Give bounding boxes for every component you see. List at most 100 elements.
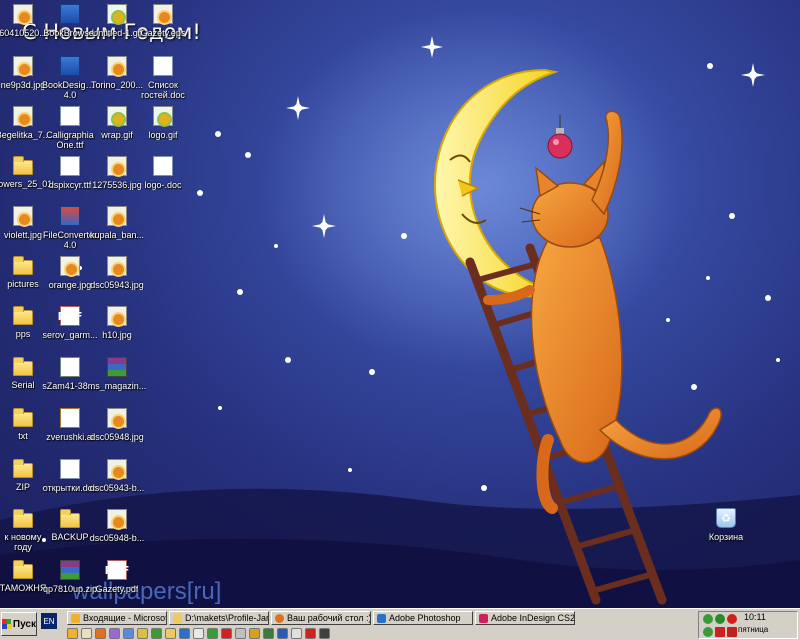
desktop-icon[interactable]: violett.jpg <box>0 204 46 252</box>
quick-launch-icon[interactable] <box>207 628 218 639</box>
desktop-icon[interactable]: dsc05943-b... <box>90 457 144 505</box>
folder-icon <box>13 560 33 579</box>
desktop-icon[interactable]: qp7810up.zip <box>43 558 97 606</box>
desktop-icon[interactable]: orange.jpg <box>47 254 93 302</box>
tray-kaspersky-icon[interactable] <box>715 627 725 637</box>
desktop-icon[interactable]: ms_magazin... <box>88 355 146 403</box>
desktop-icon[interactable]: FileConvertor 4.0 <box>43 204 97 252</box>
folder-icon <box>13 357 33 376</box>
desktop-icon[interactable]: Wоткрытки.doc <box>43 457 97 505</box>
desktop-icon[interactable]: txt <box>0 406 46 454</box>
desktop-icon[interactable]: h10.jpg <box>94 304 140 352</box>
quick-launch-icon[interactable] <box>193 628 204 639</box>
quick-launch-icon[interactable] <box>221 628 232 639</box>
desktop-icon[interactable]: flowers_25_01 <box>0 154 52 202</box>
desktop-icon[interactable]: Torino_200... <box>91 54 143 102</box>
taskbar-button-outlook[interactable]: Входящие - Microsoft O... <box>67 611 167 625</box>
desktop-icon[interactable]: BookDesigner 4.0 <box>42 54 98 102</box>
desktop-icon[interactable]: Ai zverushki.ai <box>46 406 94 454</box>
desktop-icon[interactable]: Untitled-1.gif <box>92 2 142 50</box>
desktop-icon[interactable]: logo.gif <box>140 104 186 152</box>
quick-launch-icon[interactable] <box>151 628 162 639</box>
desktop-icon[interactable]: kupala_ban... <box>90 204 144 252</box>
desktop-icon[interactable]: ne9p3d.jpg <box>0 54 46 102</box>
desktop-icon[interactable]: W Список гостей.doc <box>140 54 186 102</box>
quick-launch-icon[interactable] <box>291 628 302 639</box>
desktop-icon[interactable]: dsc05943.jpg <box>90 254 144 302</box>
tray-language-icon[interactable] <box>727 627 737 637</box>
language-indicator[interactable]: EN <box>41 613 57 629</box>
jpg-file-icon <box>107 256 127 277</box>
icon-label: dsc05948-b... <box>89 533 145 543</box>
start-button[interactable]: Пуск <box>1 612 37 636</box>
tray-app-icon[interactable] <box>727 614 737 624</box>
tray-antivirus-icon[interactable] <box>715 614 725 624</box>
font-file-icon: T <box>60 156 80 176</box>
desktop-icon[interactable]: PDF serov_garm... <box>42 304 98 352</box>
desktop-icon[interactable]: T Calligraphia One.ttf <box>46 104 94 152</box>
desktop-icon[interactable]: к новому году <box>0 507 46 555</box>
book-designer-icon <box>60 56 80 76</box>
quick-launch-icon[interactable] <box>123 628 134 639</box>
desktop-icon[interactable]: ZIP <box>0 457 46 505</box>
folder-icon <box>13 509 33 528</box>
word-doc-icon: W <box>153 156 173 176</box>
file-convertor-icon <box>60 206 80 226</box>
desktop-icon[interactable]: 60410520... <box>0 2 47 50</box>
quick-launch-acrobat-icon[interactable] <box>305 628 316 639</box>
tray-network-icon[interactable] <box>703 614 713 624</box>
desktop-icon[interactable]: dsc05948.jpg <box>90 406 144 454</box>
quick-launch-icon[interactable] <box>235 628 246 639</box>
jpg-file-icon <box>13 206 33 227</box>
desktop-icon[interactable]: BookBrowser <box>43 2 97 50</box>
jpg-file-icon <box>107 206 127 227</box>
desktop-icon[interactable]: wrap.gif <box>94 104 140 152</box>
desktop-icon[interactable]: Serial <box>0 355 46 403</box>
quick-launch-firefox-icon[interactable] <box>95 628 106 639</box>
quick-launch-word-icon[interactable] <box>277 628 288 639</box>
quick-launch-icon[interactable] <box>137 628 148 639</box>
quick-launch-icon[interactable] <box>109 628 120 639</box>
task-label: Adobe Photoshop <box>389 613 461 623</box>
taskbar-button-firefox[interactable]: Ваш рабочий стол :) - Ф... <box>271 611 371 625</box>
eps-file-icon <box>153 4 173 25</box>
icon-label: pictures <box>7 279 39 289</box>
quick-launch-icon[interactable] <box>263 628 274 639</box>
icon-label: logo.gif <box>148 130 178 140</box>
icon-label: BACKUP <box>51 532 89 542</box>
desktop-icon[interactable]: PDF Gazety.pdf <box>94 558 140 606</box>
desktop-icon[interactable]: Begelitka_7... <box>0 104 50 152</box>
icon-label: zverushki.ai <box>46 432 94 442</box>
taskbar-button-indesign[interactable]: Adobe InDesign CS2 <box>475 611 575 625</box>
desktop-icon[interactable]: 1275536.jpg <box>92 154 142 202</box>
book-browser-icon <box>60 4 80 24</box>
desktop-icon[interactable]: Wlogo-.doc <box>140 154 186 202</box>
taskbar-button-photoshop[interactable]: Adobe Photoshop <box>373 611 473 625</box>
taskbar-button-explorer[interactable]: D:\makets\Profile-Januar... <box>169 611 269 625</box>
desktop-icon[interactable]: pictures <box>0 254 46 302</box>
icon-label: serov_garm... <box>42 330 98 340</box>
desktop-icon[interactable]: dsc05948-b... <box>90 507 144 555</box>
quick-launch-icon[interactable] <box>81 628 92 639</box>
recycle-bin[interactable]: ♻ Корзина <box>703 506 749 554</box>
quick-launch-folder-icon[interactable] <box>165 628 176 639</box>
desktop-icon[interactable]: ТАМОЖНЯ <box>0 558 46 606</box>
folder-icon <box>13 256 33 275</box>
icon-label: txt <box>18 431 28 441</box>
desktop-icon[interactable]: pps <box>0 304 46 352</box>
icon-label: BookDesigner 4.0 <box>42 80 98 100</box>
tray-icon[interactable] <box>703 627 713 637</box>
word-doc-icon: W <box>153 56 173 76</box>
desktop-icon[interactable]: BACKUP <box>47 507 93 555</box>
jpg-file-icon <box>60 256 80 277</box>
icon-label: 60410520... <box>0 28 47 38</box>
desktop-icon[interactable]: ✓ sZam41-38.... <box>42 355 98 403</box>
desktop-icon[interactable]: Gazety.eps <box>140 2 186 50</box>
clock[interactable]: 10:11 <box>744 612 766 622</box>
quick-launch-icon[interactable] <box>319 628 330 639</box>
quick-launch-outlook-icon[interactable] <box>67 628 78 639</box>
icon-label: qp7810up.zip <box>42 584 98 594</box>
quick-launch-icon[interactable] <box>249 628 260 639</box>
desktop-icon[interactable]: Tdspixcyr.ttf <box>47 154 93 202</box>
quick-launch-icon[interactable] <box>179 628 190 639</box>
